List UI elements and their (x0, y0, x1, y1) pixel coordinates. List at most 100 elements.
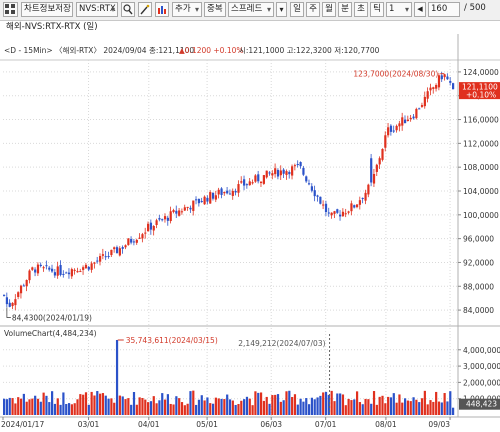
candle-body (288, 171, 291, 175)
volume-bar (282, 400, 285, 415)
volume-bar (36, 398, 40, 415)
price-axis-label: 92,0000 (463, 258, 494, 267)
volume-bar (79, 394, 82, 415)
chart-canvas[interactable]: <D - 15Min> 〈해외-RTX〉 2024/09/04 종:121,11… (0, 34, 500, 429)
candle-body (147, 223, 150, 232)
volume-bar (350, 400, 353, 415)
chart-area[interactable]: <D - 15Min> 〈해외-RTX〉 2024/09/04 종:121,11… (0, 34, 500, 429)
date-axis-label: 08/01 (375, 420, 397, 429)
volume-axis-label: 3,000,000 (463, 362, 500, 371)
candle-body (347, 211, 350, 213)
candle-body (243, 179, 246, 186)
volume-bar (392, 393, 395, 415)
candle-body (302, 167, 305, 175)
candle-body (367, 184, 370, 195)
price-axis-label: 84,0000 (463, 306, 494, 315)
count-input[interactable]: 160 (428, 2, 460, 17)
price-axis-label: 100,0000 (463, 211, 499, 220)
volume-bar (339, 393, 342, 415)
period-value-select[interactable]: 1 (386, 2, 412, 17)
candle-body (180, 211, 184, 213)
candle-body (209, 192, 212, 204)
candle-body (403, 119, 407, 124)
volume-bar (59, 404, 62, 415)
candle-body (127, 238, 130, 245)
period-minute-button[interactable]: 분 (338, 2, 352, 17)
candle-body (285, 171, 288, 175)
candle (415, 107, 418, 120)
candle-body (353, 205, 356, 208)
candle-body (90, 263, 93, 270)
volume-bar (313, 399, 316, 415)
volume-bar (99, 393, 102, 415)
candle-body (211, 192, 215, 199)
search-icon[interactable] (121, 2, 135, 17)
low-annotation: 84,4300(2024/01/19) (12, 314, 92, 323)
add-button[interactable]: 추가 (172, 2, 202, 17)
candle-body (70, 269, 73, 277)
candle (127, 238, 130, 246)
candle-body (378, 158, 381, 165)
price-axis-label: 96,0000 (463, 235, 494, 244)
candle-body (440, 75, 443, 80)
volume-bar (324, 391, 328, 415)
spread-button[interactable]: 스프레드 (228, 2, 274, 17)
volume-bar (195, 404, 198, 415)
period-month-button[interactable]: 월 (322, 2, 336, 17)
volume-bar (285, 391, 288, 415)
candle-body (350, 203, 353, 212)
volume-bar (319, 395, 322, 415)
period-week-button[interactable]: 주 (306, 2, 320, 17)
period-day-button[interactable]: 일 (290, 2, 304, 17)
volume-bar (420, 398, 424, 415)
candle-body (449, 81, 452, 83)
candle (209, 190, 212, 204)
chart-info-save-button[interactable]: 차트정보저장 (21, 2, 73, 17)
symbol-select[interactable]: NVS:RTX (76, 2, 118, 17)
candle-body (339, 214, 342, 217)
candle-body (144, 232, 147, 234)
candle-body (248, 181, 251, 186)
volume-bar (214, 397, 217, 415)
volume-bar (299, 398, 302, 415)
candle-body (333, 211, 336, 214)
candle-body (73, 269, 76, 271)
period-tick-button[interactable]: 틱 (370, 2, 384, 17)
volume-bar (127, 398, 130, 415)
candle-body (93, 262, 96, 264)
volume-bar (341, 394, 345, 415)
price-axis-label: 112,0000 (463, 139, 499, 148)
candle-body (389, 125, 393, 132)
chevron-down-icon[interactable]: ▾ (276, 2, 287, 17)
candle-body (324, 203, 328, 213)
grid-menu-icon[interactable] (3, 2, 18, 17)
candle-body (240, 181, 243, 183)
wand-icon[interactable] (138, 2, 152, 17)
volume-bar (437, 401, 441, 415)
volume-bar (361, 404, 364, 415)
volume-bar (288, 390, 291, 415)
add-indicator-icon[interactable] (155, 2, 169, 17)
candle-body (214, 195, 217, 200)
volume-bar (336, 393, 339, 415)
period-second-button[interactable]: 초 (354, 2, 368, 17)
candle-body (226, 190, 229, 194)
volume-bar (279, 401, 282, 415)
volume-bar (296, 404, 299, 415)
volume-bar (395, 402, 398, 415)
volume-bar (375, 404, 378, 415)
volume-chart-label: VolumeChart(4,484,234) (4, 329, 97, 338)
volume-bar (449, 391, 452, 415)
volume-bar (384, 403, 387, 415)
candle-body (375, 164, 378, 172)
duplicate-button[interactable]: 중복 (204, 2, 226, 17)
candle-body (36, 264, 40, 274)
scroll-left-icon[interactable]: ◀ (414, 2, 426, 17)
volume-bar (446, 401, 449, 415)
volume-bar (378, 396, 381, 415)
candle-body (82, 267, 85, 270)
candle-body (234, 190, 237, 193)
volume-bar (73, 403, 76, 415)
volume-bar (217, 398, 220, 415)
candle-body (22, 285, 25, 287)
